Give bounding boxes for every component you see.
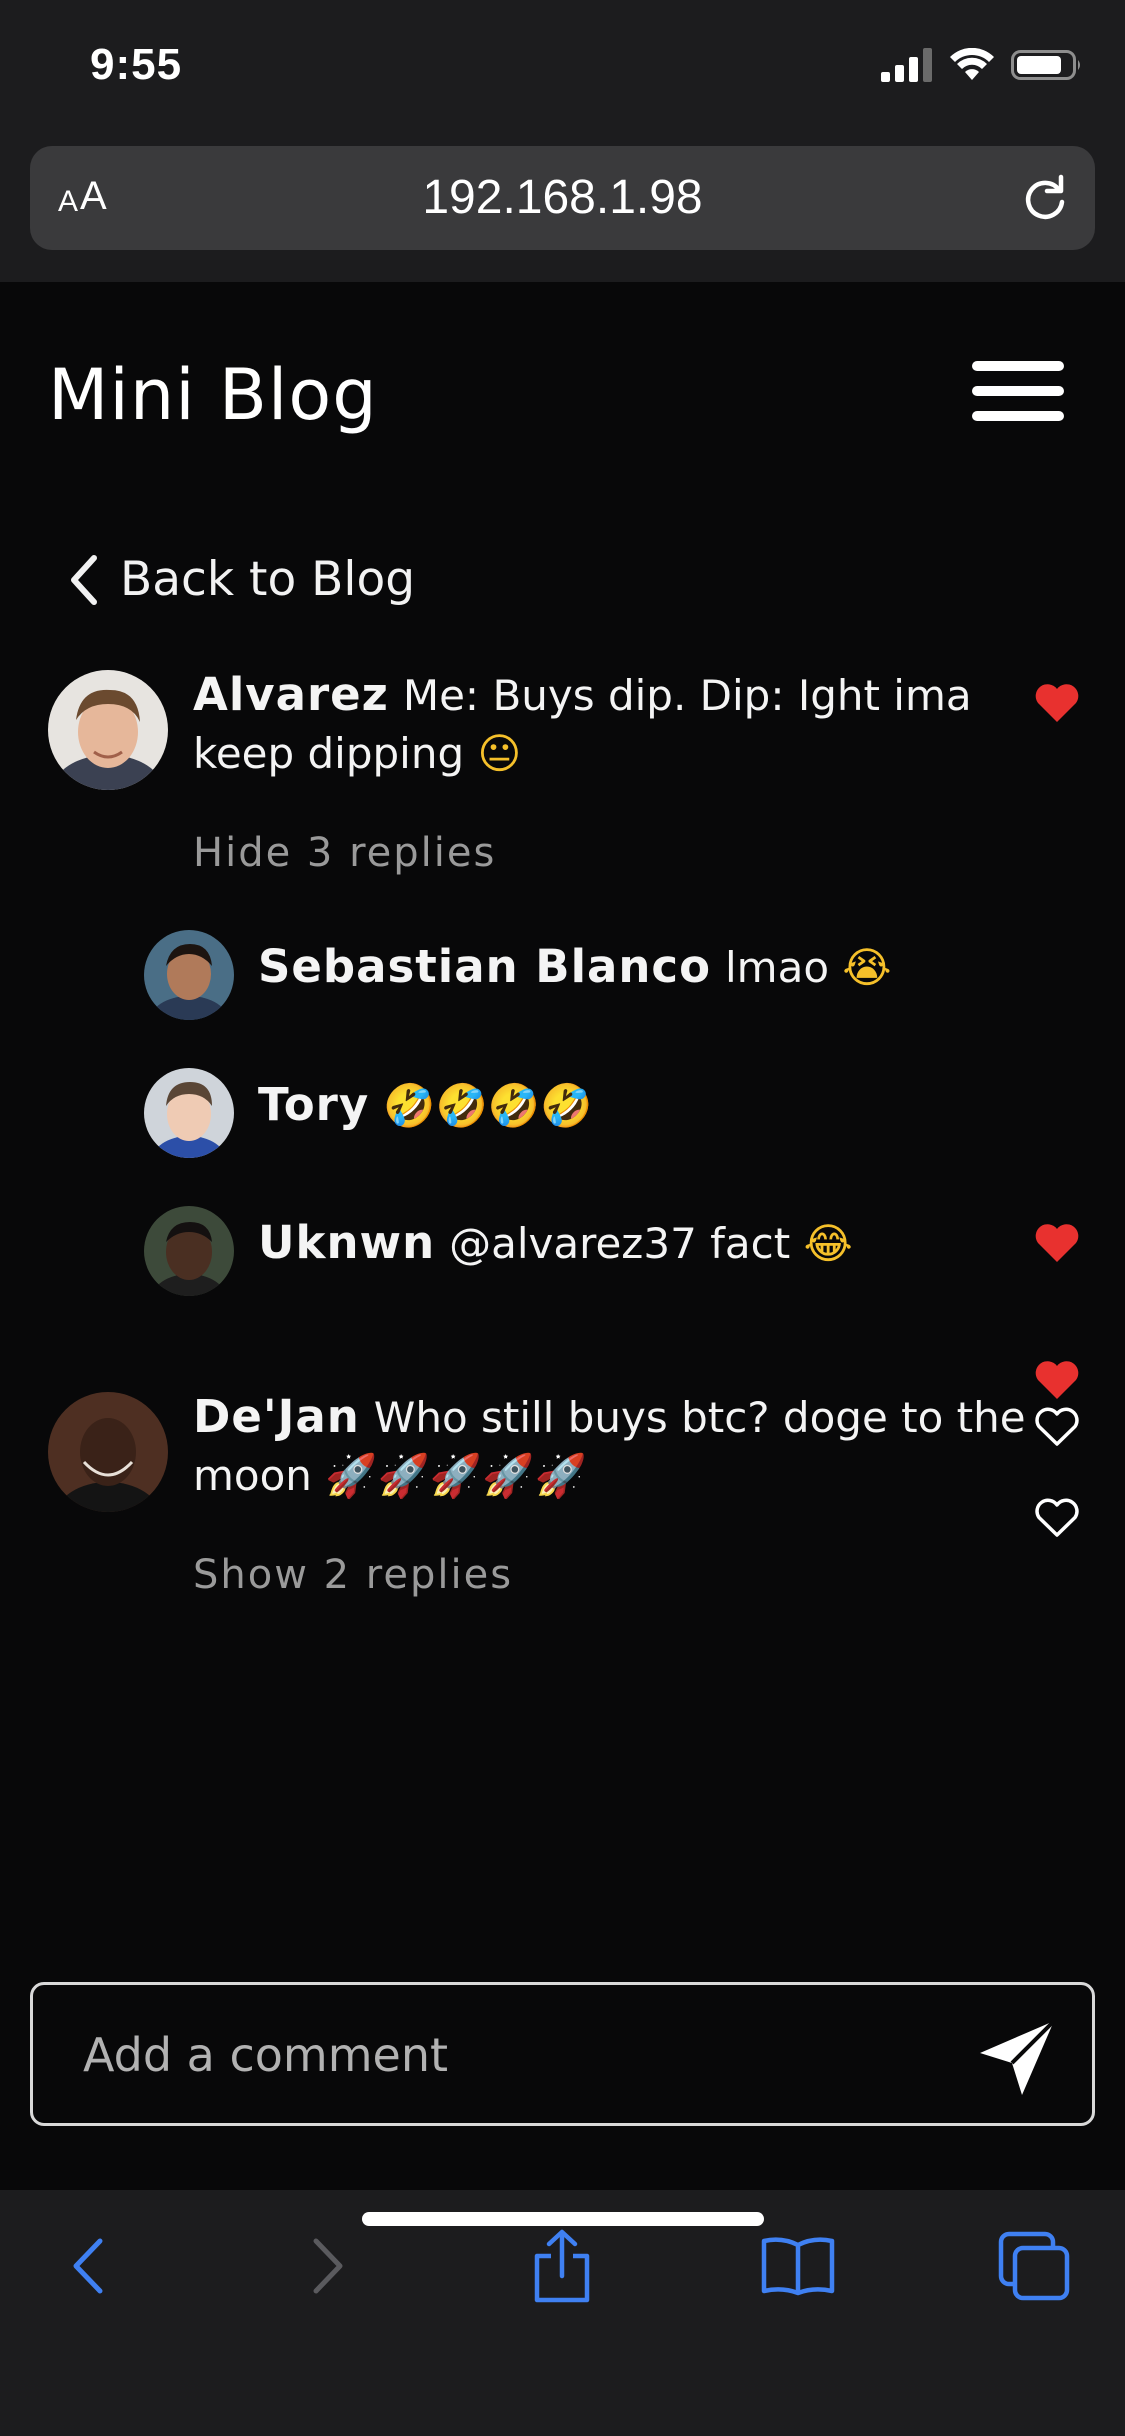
tears-of-joy-emoji: 😂 [803,1219,853,1268]
comment-alvarez: Alvarez Me: Buys dip. Dip: Ight ima keep … [193,666,1013,783]
avatar-tory[interactable] [144,1068,234,1158]
browser-address-area: A A 192.168.1.98 [0,130,1125,282]
back-to-blog-link[interactable]: Back to Blog [66,552,415,607]
comment-body-continued: keep dipping [193,729,465,778]
chevron-left-icon [71,554,97,605]
hide-replies-toggle[interactable]: Hide 3 replies [193,830,496,876]
share-icon[interactable] [522,2226,602,2306]
tabs-icon[interactable] [994,2226,1074,2306]
back-arrow-icon[interactable] [48,2226,128,2306]
reply-body: @alvarez37 fact [449,1219,791,1268]
comment-author[interactable]: Alvarez [193,668,389,721]
avatar-uknwn[interactable] [144,1206,234,1296]
heart-filled-icon[interactable] [1034,1222,1080,1264]
cellular-signal-icon [881,48,932,82]
reply-author[interactable]: Uknwn [258,1216,435,1269]
comment-composer [30,1982,1095,2126]
menu-bar-bottom [972,411,1064,421]
rolling-laughing-emoji: 🤣🤣🤣🤣 [383,1081,593,1130]
reply-uknwn: Uknwn @alvarez37 fact 😂 [258,1214,1018,1273]
forward-arrow-icon[interactable] [288,2226,368,2306]
reply-sebastian-blanco: Sebastian Blanco lmao 😭 [258,938,1018,997]
neutral-face-emoji: 😐 [477,729,522,778]
url-text[interactable]: 192.168.1.98 [30,170,1095,225]
crying-face-emoji: 😭 [842,943,892,992]
avatar-dejan[interactable] [48,1392,168,1512]
address-bar[interactable]: A A 192.168.1.98 [30,146,1095,250]
page-title: Mini Blog [48,354,378,436]
hamburger-menu-icon[interactable] [970,357,1066,427]
comment-dejan: De'Jan Who still buys btc? doge to the mo… [193,1388,1033,1505]
bookmarks-icon[interactable] [758,2226,838,2306]
heart-outline-icon[interactable] [1034,1406,1080,1448]
back-link-label: Back to Blog [120,552,416,607]
menu-bar-top [972,361,1064,371]
blog-page: Mini Blog Back to Blog Alvarez Me: Buys d… [0,282,1125,2190]
heart-filled-icon[interactable] [1034,1359,1080,1401]
avatar-alvarez[interactable] [48,670,168,790]
comment-body: Who still buys btc? doge to the [373,1393,1026,1442]
home-indicator[interactable] [362,2212,764,2226]
reload-icon[interactable] [1019,172,1071,224]
heart-outline-icon[interactable] [1034,1497,1080,1539]
comment-input[interactable] [81,2019,965,2091]
heart-filled-icon[interactable] [1034,682,1080,724]
reply-author[interactable]: Tory [258,1078,369,1131]
send-icon[interactable] [976,2017,1058,2099]
comment-body: Me: Buys dip. Dip: Ight ima [402,671,972,720]
reply-body: lmao [725,943,830,992]
comment-body-continued: moon [193,1451,312,1500]
status-icons [881,48,1083,82]
status-time: 9:55 [90,40,183,89]
menu-bar-middle [972,386,1064,396]
reply-author[interactable]: Sebastian Blanco [258,940,711,993]
show-replies-toggle[interactable]: Show 2 replies [193,1552,513,1598]
status-bar: 9:55 [0,0,1125,130]
avatar-sebastian-blanco[interactable] [144,930,234,1020]
comment-author[interactable]: De'Jan [193,1390,360,1443]
reply-tory: Tory 🤣🤣🤣🤣 [258,1076,1018,1135]
wifi-icon [950,48,994,80]
battery-icon [1011,50,1080,80]
browser-toolbar [0,2190,1125,2436]
rocket-emoji: 🚀🚀🚀🚀🚀 [325,1451,587,1500]
